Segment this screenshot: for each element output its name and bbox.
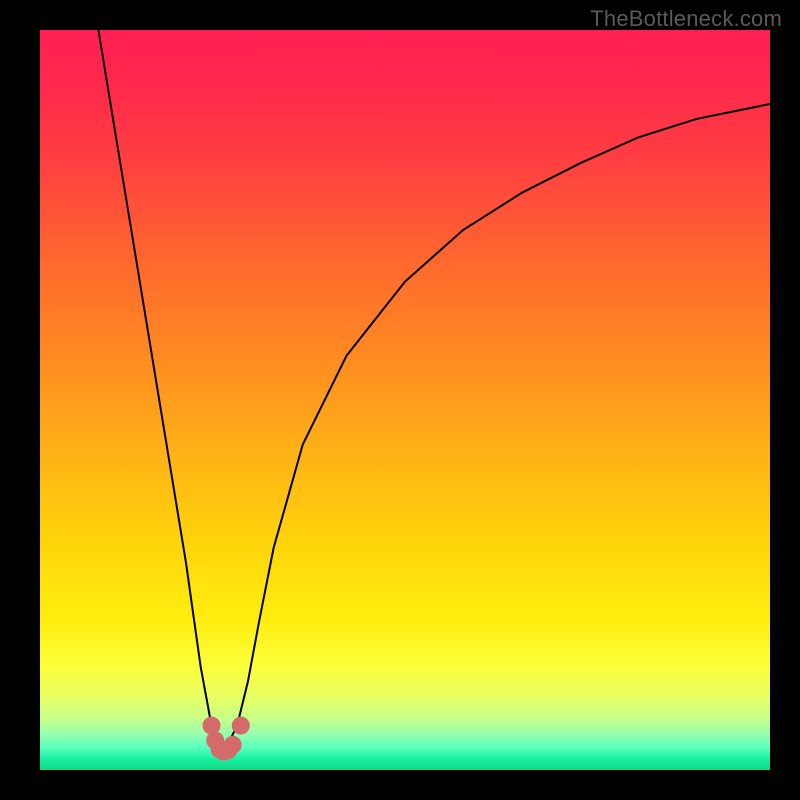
valley-dot-right bbox=[232, 717, 250, 735]
plot-area bbox=[40, 30, 770, 770]
valley-dot-4 bbox=[224, 736, 242, 754]
bottleneck-curve bbox=[40, 30, 770, 770]
chart-frame: TheBottleneck.com bbox=[0, 0, 800, 800]
watermark-text: TheBottleneck.com bbox=[590, 6, 782, 32]
